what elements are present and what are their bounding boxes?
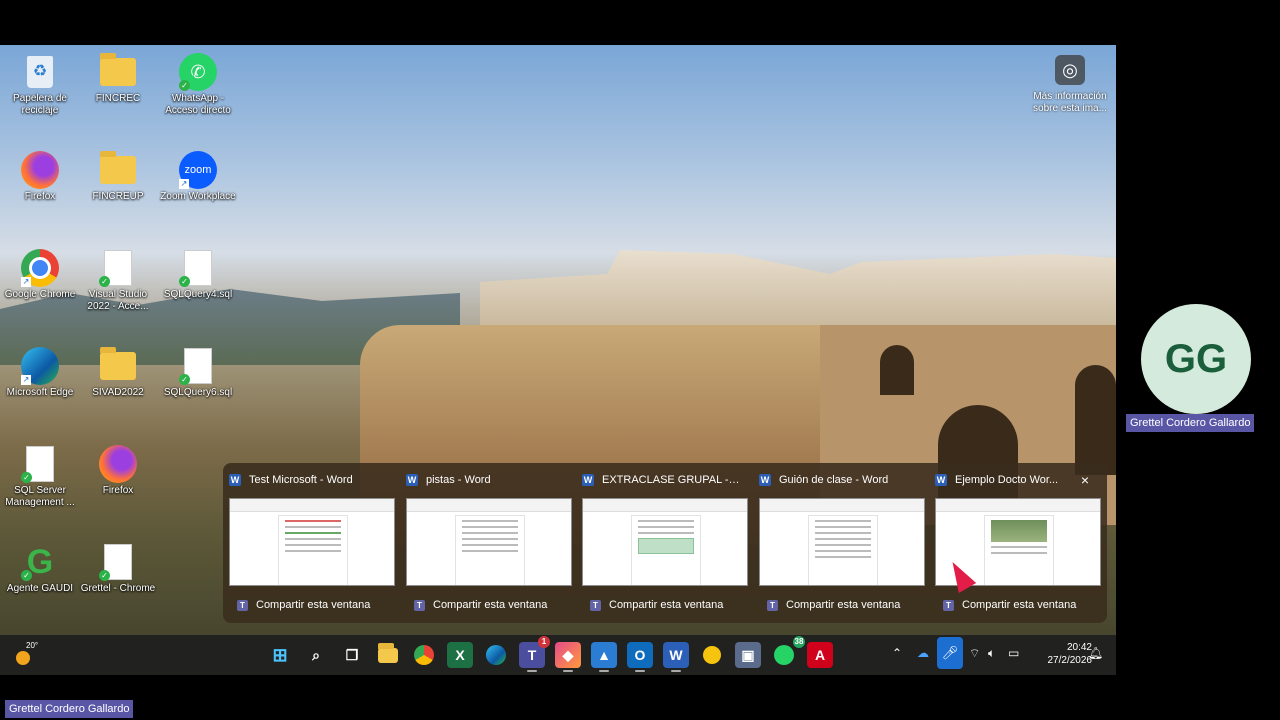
remote-desktop-icon[interactable]: ▣ — [735, 642, 761, 668]
desktop-icon-chrome[interactable]: ↗ Google Chrome — [0, 249, 80, 301]
volume-icon[interactable]: 🔈︎ — [988, 646, 995, 661]
sticky-notes-icon[interactable] — [699, 642, 725, 668]
self-name-tag: Grettel Cordero Gallardo — [5, 700, 134, 718]
notifications-icon[interactable]: 🔔︎ — [1088, 646, 1103, 660]
firefox-icon — [99, 445, 137, 483]
search-icon[interactable]: ⌕ — [303, 642, 329, 668]
taskbar-thumbnail-previews: W Test Microsoft - Word T Compartir esta v… — [223, 463, 1107, 623]
desktop-icon-visual-studio[interactable]: ✓ Visual Studio 2022 - Acce... — [78, 249, 158, 313]
file-icon: ✓ — [179, 347, 217, 385]
desktop-icon-recycle-bin[interactable]: ♻ Papelera de reciclaje — [0, 53, 80, 117]
window-preview[interactable] — [406, 498, 572, 586]
thumbnail-window[interactable]: W Test Microsoft - Word T Compartir esta v… — [223, 463, 395, 623]
word-icon: W — [582, 474, 594, 486]
window-title: pistas - Word — [426, 474, 491, 486]
close-icon[interactable]: × — [1081, 472, 1089, 488]
window-title: Ejemplo Docto Wor... — [955, 474, 1059, 486]
camera-icon: ◎ — [1055, 55, 1085, 85]
desktop-icon-edge[interactable]: ↗ Microsoft Edge — [0, 347, 80, 399]
recycle-bin-icon: ♻ — [21, 53, 59, 91]
share-window-button[interactable]: T Compartir esta ventana — [759, 595, 923, 615]
share-window-button[interactable]: T Compartir esta ventana — [406, 595, 570, 615]
teams-icon: T — [767, 599, 778, 611]
taskbar: 20° ⊞ ⌕ ❐ X T1 ◆ ▲ O W ▣ 38 A ⌃ ☁ 🎤︎ ⌔ 🔈… — [0, 635, 1116, 675]
word-taskbar-icon[interactable]: W — [663, 642, 689, 668]
task-view-icon[interactable]: ❐ — [339, 642, 365, 668]
desktop-icon-zoom[interactable]: zoom ↗ Zoom Workplace — [158, 151, 238, 203]
file-icon: ✓ — [99, 249, 137, 287]
thumbnail-window[interactable]: Wpistas - Word T Compartir esta ventana — [400, 463, 572, 623]
excel-icon[interactable]: X — [447, 642, 473, 668]
weather-icon — [16, 651, 30, 665]
acrobat-icon[interactable]: A — [807, 642, 833, 668]
teams-icon: T — [590, 599, 601, 611]
share-window-button[interactable]: T Compartir esta ventana — [229, 595, 393, 615]
desktop-icon-sql-server[interactable]: ✓ SQL Server Management ... — [0, 445, 80, 509]
more-info-image-button[interactable]: ◎ Más información sobre esta ima... — [1026, 55, 1114, 115]
zoom-icon: zoom ↗ — [179, 151, 217, 189]
desktop-icon-sivad2022[interactable]: SIVAD2022 — [78, 347, 158, 399]
teams-icon: T — [943, 599, 954, 611]
thumbnail-window[interactable]: W EXTRACLASE GRUPAL - W... T Compartir est… — [576, 463, 748, 623]
word-icon: W — [935, 474, 947, 486]
copilot-icon[interactable]: ◆ — [555, 642, 581, 668]
file-icon: ✓ — [21, 445, 59, 483]
share-window-button[interactable]: T Compartir esta ventana — [582, 595, 746, 615]
chevron-up-icon[interactable]: ⌃ — [892, 646, 902, 660]
desktop-icon-fincreup[interactable]: FINCREUP — [78, 151, 158, 203]
window-preview[interactable] — [582, 498, 748, 586]
window-title: Guión de clase - Word — [779, 474, 889, 486]
desktop-screen: ♻ Papelera de reciclaje FINCREC ✆ ✓ Whats… — [0, 45, 1116, 675]
window-preview[interactable] — [759, 498, 925, 586]
outlook-icon[interactable]: O — [627, 642, 653, 668]
window-title: Test Microsoft - Word — [249, 474, 353, 486]
word-icon: W — [229, 474, 241, 486]
folder-icon — [99, 53, 137, 91]
edge-taskbar-icon[interactable] — [483, 642, 509, 668]
firefox-icon — [21, 151, 59, 189]
teams-taskbar-icon[interactable]: T1 — [519, 636, 550, 668]
folder-icon — [99, 347, 137, 385]
share-window-button[interactable]: T Compartir esta ventana — [935, 595, 1099, 615]
teams-icon: T — [237, 599, 248, 611]
chrome-taskbar-icon[interactable] — [411, 642, 437, 668]
photos-icon[interactable]: ▲ — [591, 642, 617, 668]
thumbnail-window[interactable]: W Ejemplo Docto Wor... × T Compartir esta v… — [929, 463, 1101, 623]
desktop-icon-sqlquery4[interactable]: ✓ SQLQuery4.sql — [158, 249, 238, 301]
weather-widget[interactable]: 20° — [16, 641, 46, 669]
whatsapp-icon: ✆ ✓ — [179, 53, 217, 91]
window-title: EXTRACLASE GRUPAL - W... — [602, 474, 740, 486]
window-preview[interactable] — [229, 498, 395, 586]
chrome-icon: ↗ — [21, 249, 59, 287]
onedrive-icon[interactable]: ☁ — [917, 646, 929, 660]
desktop-icon-grettel-chrome[interactable]: ✓ Grettel - Chrome — [78, 543, 158, 595]
desktop-icon-agente-gaudi[interactable]: G ✓ Agente GAUDI — [0, 543, 80, 595]
thumbnail-window[interactable]: W Guión de clase - Word T Compartir esta v… — [753, 463, 925, 623]
desktop-icon-firefox[interactable]: Firefox — [0, 151, 80, 203]
clock[interactable]: 20:42 27/2/2026 — [1022, 641, 1093, 667]
gaudi-icon: G ✓ — [21, 543, 59, 581]
desktop-icon-fincrec[interactable]: FINCREC — [78, 53, 158, 105]
wallpaper-town — [480, 250, 1116, 330]
battery-icon[interactable]: ▭ — [1008, 646, 1019, 660]
word-icon: W — [759, 474, 771, 486]
folder-icon — [99, 151, 137, 189]
file-icon: ✓ — [99, 543, 137, 581]
desktop-icon-firefox-2[interactable]: Firefox — [78, 445, 158, 497]
desktop-icon-sqlquery6[interactable]: ✓ SQLQuery6.sql — [158, 347, 238, 399]
participant-name-tag: Grettel Cordero Gallardo — [1126, 414, 1255, 432]
participant-avatar: GG — [1141, 304, 1251, 414]
wifi-icon[interactable]: ⌔ — [969, 646, 980, 661]
file-explorer-icon[interactable] — [375, 642, 401, 668]
teams-icon: T — [414, 599, 425, 611]
microphone-icon[interactable]: 🎤︎ — [937, 637, 963, 669]
file-icon: ✓ — [179, 249, 217, 287]
whatsapp-taskbar-icon[interactable]: 38 — [771, 636, 805, 668]
desktop-icon-whatsapp[interactable]: ✆ ✓ WhatsApp - Acceso directo — [158, 53, 238, 117]
edge-icon: ↗ — [21, 347, 59, 385]
start-windows-icon[interactable]: ⊞ — [267, 642, 293, 668]
word-icon: W — [406, 474, 418, 486]
